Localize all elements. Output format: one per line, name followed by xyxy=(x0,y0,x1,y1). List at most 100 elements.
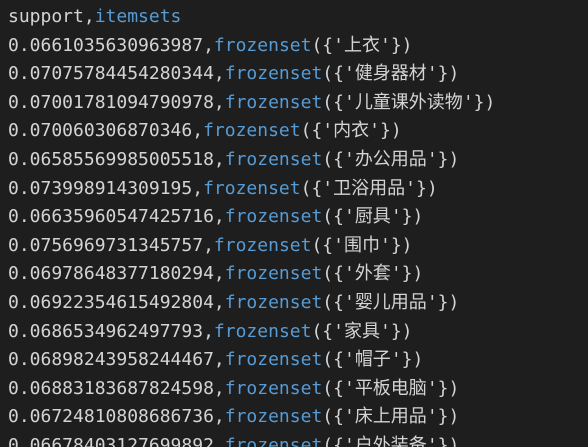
code-line: 0.06883183687824598,frozenset({'平板电脑'}) xyxy=(0,375,588,404)
item-name: 卫浴用品 xyxy=(333,177,406,199)
close-punctuation: '}) xyxy=(426,377,460,399)
data-rows: 0.0661035630963987,frozenset({'上衣'}) 0.07… xyxy=(0,32,588,447)
code-line: 0.073998914309195,frozenset({'卫浴用品'}) xyxy=(0,175,588,204)
frozenset-keyword: frozenset xyxy=(224,148,323,170)
close-punctuation: '}) xyxy=(379,320,413,342)
comma: , xyxy=(192,177,204,199)
frozenset-keyword: frozenset xyxy=(213,34,312,56)
code-line: 0.07075784454280344,frozenset({'健身器材'}) xyxy=(0,60,588,89)
support-value: 0.0661035630963987 xyxy=(8,34,204,56)
frozenset-keyword: frozenset xyxy=(224,291,323,313)
support-value: 0.0756969731345757 xyxy=(8,234,204,256)
frozenset-keyword: frozenset xyxy=(224,91,323,113)
code-line: 0.06678403127699892,frozenset({'户外装备'}) xyxy=(0,432,588,447)
item-name: 家具 xyxy=(343,320,380,342)
frozenset-keyword: frozenset xyxy=(224,63,323,85)
item-name: 办公用品 xyxy=(354,148,427,170)
frozenset-keyword: frozenset xyxy=(224,349,323,371)
close-punctuation: '}) xyxy=(379,34,413,56)
close-punctuation: '}) xyxy=(426,406,460,428)
frozenset-keyword: frozenset xyxy=(203,177,301,199)
code-line: 0.0756969731345757,frozenset({'围巾'}) xyxy=(0,232,588,261)
comma: , xyxy=(213,406,225,428)
frozenset-keyword: frozenset xyxy=(224,434,323,447)
support-value: 0.0686534962497793 xyxy=(8,320,204,342)
support-value: 0.06922354615492804 xyxy=(8,291,214,313)
header-separator: , xyxy=(83,6,95,27)
code-line: 0.070060306870346,frozenset({'内衣'}) xyxy=(0,117,588,146)
frozenset-keyword: frozenset xyxy=(213,320,312,342)
comma: , xyxy=(192,120,204,142)
header-col-support: support xyxy=(8,6,84,27)
code-line: 0.06922354615492804,frozenset({'婴儿用品'}) xyxy=(0,289,588,318)
comma: , xyxy=(213,377,225,399)
support-value: 0.06898243958244467 xyxy=(8,349,214,371)
open-punctuation: ({' xyxy=(322,406,355,428)
close-punctuation: '}) xyxy=(390,263,424,285)
item-name: 上衣 xyxy=(343,34,380,56)
code-line: 0.06898243958244467,frozenset({'帽子'}) xyxy=(0,346,588,375)
item-name: 床上用品 xyxy=(354,406,427,428)
comma: , xyxy=(203,34,214,56)
support-value: 0.06724810808686736 xyxy=(8,406,214,428)
open-punctuation: ({' xyxy=(322,206,355,228)
frozenset-keyword: frozenset xyxy=(224,206,323,228)
code-line: 0.0661035630963987,frozenset({'上衣'}) xyxy=(0,32,588,61)
open-punctuation: ({' xyxy=(322,63,355,85)
open-punctuation: ({' xyxy=(322,291,355,313)
close-punctuation: '}) xyxy=(405,177,438,199)
code-line: 0.06978648377180294,frozenset({'外套'}) xyxy=(0,260,588,289)
close-punctuation: '}) xyxy=(379,234,413,256)
support-value: 0.06883183687824598 xyxy=(8,377,214,399)
frozenset-keyword: frozenset xyxy=(224,263,323,285)
item-name: 帽子 xyxy=(354,349,391,371)
frozenset-keyword: frozenset xyxy=(203,120,301,142)
header-col-itemsets: itemsets xyxy=(94,6,182,27)
open-punctuation: ({' xyxy=(311,320,344,342)
code-line: 0.07001781094790978,frozenset({'儿童课外读物'}… xyxy=(0,89,588,118)
open-punctuation: ({' xyxy=(322,148,355,170)
comma: , xyxy=(213,291,225,313)
comma: , xyxy=(213,63,225,85)
support-value: 0.07075784454280344 xyxy=(8,63,214,85)
code-editor[interactable]: support,itemsets 0.0661035630963987,froz… xyxy=(0,0,588,447)
comma: , xyxy=(213,91,225,113)
close-punctuation: '}) xyxy=(390,206,424,228)
item-name: 健身器材 xyxy=(354,63,427,85)
close-punctuation: '}) xyxy=(390,349,424,371)
item-name: 户外装备 xyxy=(354,434,427,447)
support-value: 0.06635960547425716 xyxy=(8,206,214,228)
open-punctuation: ({' xyxy=(300,177,334,199)
comma: , xyxy=(203,234,214,256)
header-line: support,itemsets xyxy=(0,3,588,32)
close-punctuation: '}) xyxy=(426,434,460,447)
comma: , xyxy=(213,349,225,371)
open-punctuation: ({' xyxy=(322,434,355,447)
open-punctuation: ({' xyxy=(311,34,344,56)
frozenset-keyword: frozenset xyxy=(213,234,312,256)
open-punctuation: ({' xyxy=(322,377,355,399)
item-name: 围巾 xyxy=(343,234,380,256)
item-name: 外套 xyxy=(354,263,391,285)
code-line: 0.06635960547425716,frozenset({'厨具'}) xyxy=(0,203,588,232)
support-value: 0.06678403127699892 xyxy=(8,434,214,447)
open-punctuation: ({' xyxy=(300,120,334,142)
frozenset-keyword: frozenset xyxy=(224,377,323,399)
close-punctuation: '}) xyxy=(462,91,496,113)
close-punctuation: '}) xyxy=(369,120,402,142)
open-punctuation: ({' xyxy=(311,234,344,256)
support-value: 0.06978648377180294 xyxy=(8,263,214,285)
comma: , xyxy=(213,434,225,447)
frozenset-keyword: frozenset xyxy=(224,406,323,428)
item-name: 婴儿用品 xyxy=(354,291,427,313)
code-line: 0.0686534962497793,frozenset({'家具'}) xyxy=(0,318,588,347)
support-value: 0.073998914309195 xyxy=(8,177,193,199)
open-punctuation: ({' xyxy=(322,91,355,113)
open-punctuation: ({' xyxy=(322,349,355,371)
close-punctuation: '}) xyxy=(426,291,460,313)
comma: , xyxy=(213,148,225,170)
open-punctuation: ({' xyxy=(322,263,355,285)
code-line: 0.06724810808686736,frozenset({'床上用品'}) xyxy=(0,403,588,432)
support-value: 0.07001781094790978 xyxy=(8,91,214,113)
close-punctuation: '}) xyxy=(426,148,460,170)
